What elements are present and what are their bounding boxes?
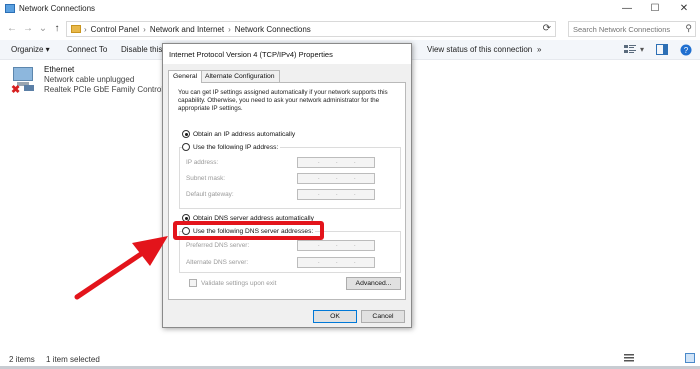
tab-general[interactable]: General bbox=[168, 70, 203, 83]
annotation-arrow bbox=[74, 236, 168, 300]
